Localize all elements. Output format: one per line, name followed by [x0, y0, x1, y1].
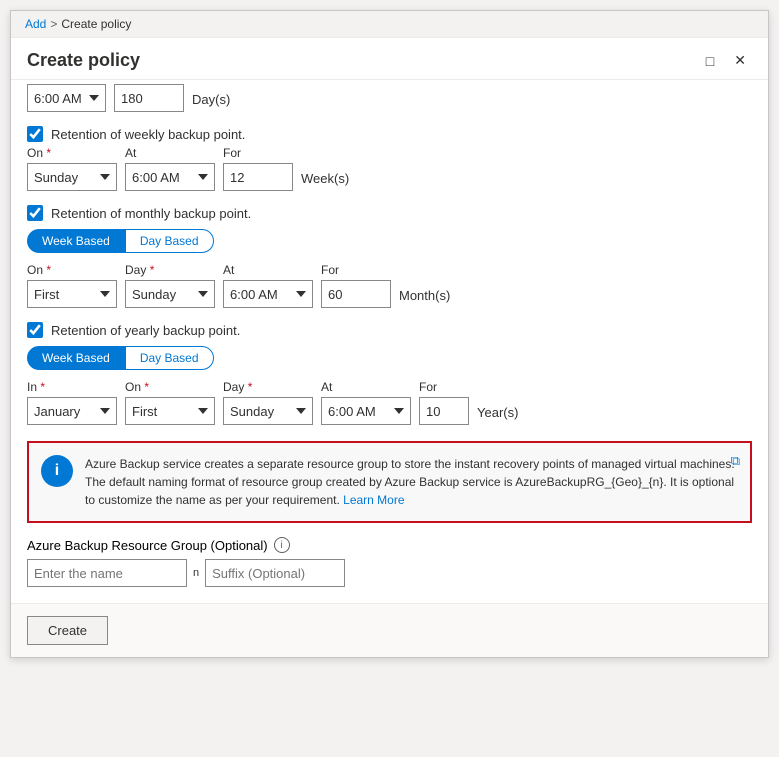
resource-suffix-input[interactable]	[205, 559, 345, 587]
create-button[interactable]: Create	[27, 616, 108, 645]
yearly-for-input[interactable]	[419, 397, 469, 425]
minimize-button[interactable]: □	[700, 50, 720, 71]
yearly-in-label: In *	[27, 380, 117, 394]
yearly-checkbox-row: Retention of yearly backup point.	[27, 322, 752, 338]
info-text: Azure Backup service creates a separate …	[85, 455, 738, 509]
resource-n-separator: n	[193, 567, 199, 579]
yearly-for-group: For	[419, 380, 469, 425]
weekly-at-label: At	[125, 146, 215, 160]
monthly-checkbox-row: Retention of monthly backup point.	[27, 205, 752, 221]
header-icons: □ ✕	[700, 50, 752, 71]
weekly-checkbox[interactable]	[27, 126, 43, 142]
yearly-on-group: On * First Second Third Fourth Last	[125, 380, 215, 425]
weekly-at-group: At 6:00 AM	[125, 146, 215, 191]
yearly-week-based-button[interactable]: Week Based	[27, 346, 125, 370]
monthly-on-group: On * First Second Third Fourth Last	[27, 263, 117, 308]
top-days-group	[114, 84, 184, 112]
yearly-for-label: For	[419, 380, 469, 394]
learn-more-link[interactable]: Learn More	[343, 493, 404, 507]
monthly-at-group: At 6:00 AM	[223, 263, 313, 308]
monthly-day-based-button[interactable]: Day Based	[125, 229, 214, 253]
monthly-for-label: For	[321, 263, 391, 277]
breadcrumb-separator: >	[50, 17, 57, 31]
monthly-at-select[interactable]: 6:00 AM	[223, 280, 313, 308]
yearly-in-group: In * January	[27, 380, 117, 425]
weekly-on-select[interactable]: Sunday	[27, 163, 117, 191]
top-time-select[interactable]: 6:00 AM	[27, 84, 106, 112]
external-link-icon[interactable]: ⧉	[731, 453, 740, 469]
yearly-on-select[interactable]: First Second Third Fourth Last	[125, 397, 215, 425]
yearly-checkbox[interactable]	[27, 322, 43, 338]
weekly-for-input[interactable]	[223, 163, 293, 191]
weekly-at-select[interactable]: 6:00 AM	[125, 163, 215, 191]
monthly-week-based-button[interactable]: Week Based	[27, 229, 125, 253]
yearly-on-label: On *	[125, 380, 215, 394]
monthly-at-label: At	[223, 263, 313, 277]
yearly-day-group: Day * Sunday	[223, 380, 313, 425]
monthly-on-label: On *	[27, 263, 117, 277]
yearly-day-label: Day *	[223, 380, 313, 394]
top-partial-row: 6:00 AM Day(s)	[27, 84, 752, 112]
yearly-in-select[interactable]: January	[27, 397, 117, 425]
page-title: Create policy	[27, 50, 140, 71]
monthly-checkbox[interactable]	[27, 205, 43, 221]
monthly-on-select[interactable]: First Second Third Fourth Last	[27, 280, 117, 308]
resource-name-input[interactable]	[27, 559, 187, 587]
monthly-for-input[interactable]	[321, 280, 391, 308]
footer: Create	[11, 603, 768, 657]
monthly-day-select[interactable]: Sunday	[125, 280, 215, 308]
panel-content: 6:00 AM Day(s) Retention of weekly backu…	[11, 80, 768, 603]
weekly-on-label: On *	[27, 146, 117, 160]
top-days-input[interactable]	[114, 84, 184, 112]
weekly-on-group: On * Sunday	[27, 146, 117, 191]
yearly-toggle-group: Week Based Day Based	[27, 346, 752, 370]
monthly-checkbox-label: Retention of monthly backup point.	[51, 206, 251, 221]
resource-group-section: Azure Backup Resource Group (Optional) i…	[27, 537, 752, 587]
info-box: i Azure Backup service creates a separat…	[27, 441, 752, 523]
weekly-time-row: On * Sunday At 6:00 AM For Week(s)	[27, 146, 752, 191]
top-unit-label: Day(s)	[192, 92, 230, 112]
yearly-day-based-button[interactable]: Day Based	[125, 346, 214, 370]
weekly-for-label: For	[223, 146, 293, 160]
yearly-day-select[interactable]: Sunday	[223, 397, 313, 425]
create-policy-window: Add > Create policy Create policy □ ✕ 6:…	[10, 10, 769, 658]
weekly-unit-label: Week(s)	[301, 171, 349, 191]
yearly-at-select[interactable]: 6:00 AM	[321, 397, 411, 425]
yearly-unit-label: Year(s)	[477, 405, 518, 425]
weekly-checkbox-label: Retention of weekly backup point.	[51, 127, 245, 142]
resource-input-row: n	[27, 559, 752, 587]
yearly-at-group: At 6:00 AM	[321, 380, 411, 425]
top-time-group: 6:00 AM	[27, 84, 106, 112]
monthly-day-label: Day *	[125, 263, 215, 277]
monthly-time-row: On * First Second Third Fourth Last Day …	[27, 263, 752, 308]
weekly-for-group: For	[223, 146, 293, 191]
monthly-for-group: For	[321, 263, 391, 308]
yearly-checkbox-label: Retention of yearly backup point.	[51, 323, 240, 338]
breadcrumb: Add > Create policy	[11, 11, 768, 38]
breadcrumb-current: Create policy	[61, 17, 131, 31]
breadcrumb-add-link[interactable]: Add	[25, 17, 46, 31]
monthly-unit-label: Month(s)	[399, 288, 450, 308]
resource-group-label: Azure Backup Resource Group (Optional)	[27, 538, 268, 553]
info-icon: i	[41, 455, 73, 487]
panel-header: Create policy □ ✕	[11, 38, 768, 80]
resource-group-label-row: Azure Backup Resource Group (Optional) i	[27, 537, 752, 553]
yearly-at-label: At	[321, 380, 411, 394]
close-button[interactable]: ✕	[728, 50, 752, 71]
weekly-checkbox-row: Retention of weekly backup point.	[27, 126, 752, 142]
monthly-toggle-group: Week Based Day Based	[27, 229, 752, 253]
yearly-time-row: In * January On * First Second Third Fou…	[27, 380, 752, 425]
resource-group-info-icon[interactable]: i	[274, 537, 290, 553]
monthly-day-group: Day * Sunday	[125, 263, 215, 308]
